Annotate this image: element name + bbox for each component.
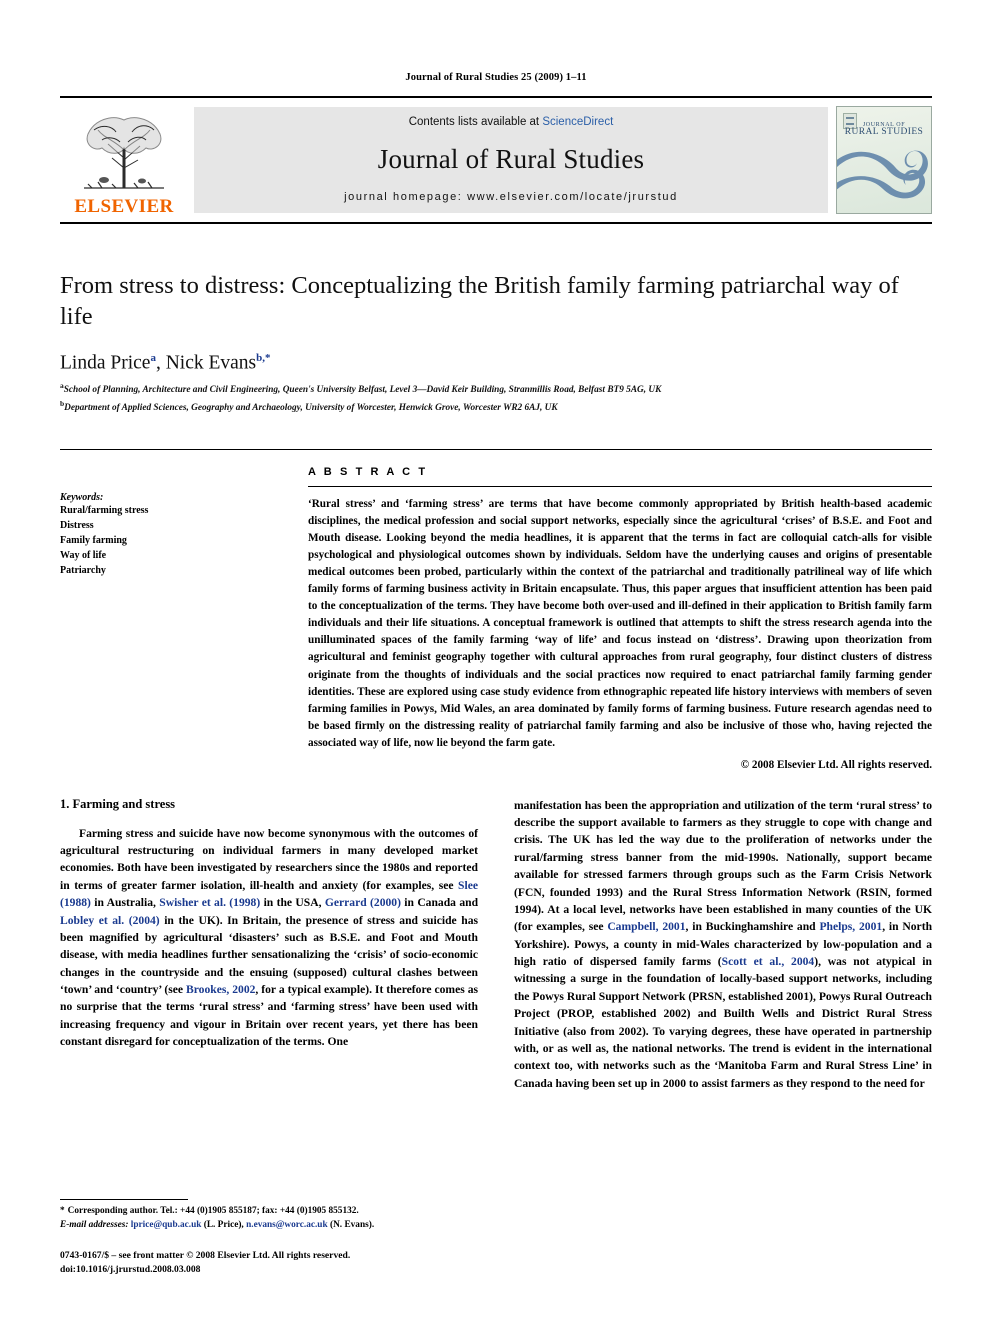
abstract-copyright: © 2008 Elsevier Ltd. All rights reserved… [740,758,932,771]
elsevier-tree-icon [84,117,164,189]
citation-link-lobley[interactable]: Lobley et al. (2004) [60,914,160,927]
citation-link-phelps[interactable]: Phelps, 2001 [819,920,882,933]
citation-link-gerrard[interactable]: Gerrard (2000) [325,896,401,909]
body-text-run: , in Buckinghamshire and [685,920,820,934]
footnote-block: * Corresponding author. Tel.: +44 (0)1905… [60,1199,478,1276]
email-owner-evans: (N. Evans). [329,1219,375,1230]
body-column-left: 1. Farming and stress Farming stress and… [60,797,478,1093]
email-note: E-mail addresses: lprice@qub.ac.uk (L. P… [60,1219,478,1232]
issn-block: 0743-0167/$ – see front matter © 2008 El… [60,1249,478,1276]
email-link-price[interactable]: lprice@qub.ac.uk [131,1220,202,1230]
corresponding-author-note: * Corresponding author. Tel.: +44 (0)1905… [60,1205,478,1218]
affiliation-2: bDepartment of Applied Sciences, Geograp… [60,399,932,416]
journal-masthead: ELSEVIER Contents lists available at Sci… [60,96,932,224]
body-paragraph-left: Farming stress and suicide have now beco… [60,825,478,1051]
email-owner-price: (L. Price), [203,1219,244,1230]
author-name-2: Nick Evans [165,352,257,374]
abstract-text: ‘Rural stress’ and ‘farming stress’ are … [308,498,932,749]
keyword-item: Patriarchy [60,565,106,577]
body-text-run: manifestation has been the appropriation… [514,798,932,934]
elsevier-logo: ELSEVIER [60,98,188,222]
section-heading-1: 1. Farming and stress [60,796,176,811]
keyword-item: Family farming [60,535,127,547]
keywords-column: Keywords: Rural/farming stress Distress … [60,466,308,770]
journal-homepage-link[interactable]: journal homepage: www.elsevier.com/locat… [344,191,678,203]
contents-prefix: Contents lists available at [408,116,540,128]
author-separator: , [155,352,166,374]
doi-line: doi:10.1016/j.jrurstud.2008.03.008 [60,1263,201,1275]
corresponding-author-text: Corresponding author. Tel.: +44 (0)1905 … [67,1206,359,1217]
elsevier-wordmark: ELSEVIER [74,196,174,217]
body-column-right: manifestation has been the appropriation… [514,797,932,1093]
paper-title: From stress to distress: Conceptualizing… [60,272,899,331]
masthead-center-panel: Contents lists available at ScienceDirec… [194,107,828,213]
running-head: Journal of Rural Studies 25 (2009) 1–11 [405,72,587,83]
abstract-divider [308,486,932,488]
keyword-item: Rural/farming stress [60,505,149,517]
abstract-heading: A B S T R A C T [308,466,428,479]
body-text-run: in the USA, [260,896,325,910]
body-text-run: in Australia, [90,896,160,910]
citation-link-swisher[interactable]: Swisher et al. (1998) [159,896,260,909]
affiliation-text-1: School of Planning, Architecture and Civ… [63,385,662,396]
author-marker-2: b,* [256,351,271,364]
email-label: E-mail addresses: [60,1219,129,1230]
affiliation-text-2: Department of Applied Sciences, Geograph… [64,402,558,413]
issn-line: 0743-0167/$ – see front matter © 2008 El… [60,1250,351,1262]
keywords-label: Keywords: [60,492,104,504]
email-link-evans[interactable]: n.evans@worc.ac.uk [246,1220,328,1230]
body-columns: 1. Farming and stress Farming stress and… [60,797,932,1093]
asterisk-icon: * [60,1206,65,1217]
author-list: Linda Pricea, Nick Evansb,* [60,352,932,375]
sciencedirect-link[interactable]: ScienceDirect [542,116,613,128]
journal-title: Journal of Rural Studies [377,144,645,174]
author-name-1: Linda Price [60,352,151,374]
body-paragraph-right: manifestation has been the appropriation… [514,797,932,1093]
body-text-run: in Canada and [400,896,479,910]
footnote-divider [60,1199,188,1201]
affiliation-1: aSchool of Planning, Architecture and Ci… [60,381,932,398]
title-block: From stress to distress: Conceptualizing… [60,270,932,415]
contents-available-line: Contents lists available at ScienceDirec… [409,116,614,128]
body-text-run: Farming stress and suicide have now beco… [60,826,478,892]
citation-link-brookes[interactable]: Brookes, 2002 [186,983,255,996]
cover-wave-illustration [837,150,928,199]
citation-link-scott[interactable]: Scott et al., 2004 [722,955,815,968]
abstract-column: A B S T R A C T ‘Rural stress’ and ‘farm… [308,466,932,771]
abstract-zone: Keywords: Rural/farming stress Distress … [60,449,932,771]
citation-link-campbell[interactable]: Campbell, 2001 [607,920,685,933]
article-page: Journal of Rural Studies 25 (2009) 1–11 [0,0,992,1323]
journal-cover-thumbnail: JOURNAL OF RURAL STUDIES [836,106,932,214]
body-text-run: ), was not atypical in witnessing a surg… [514,955,932,1090]
keyword-item: Way of life [60,550,107,562]
keyword-item: Distress [60,520,94,532]
